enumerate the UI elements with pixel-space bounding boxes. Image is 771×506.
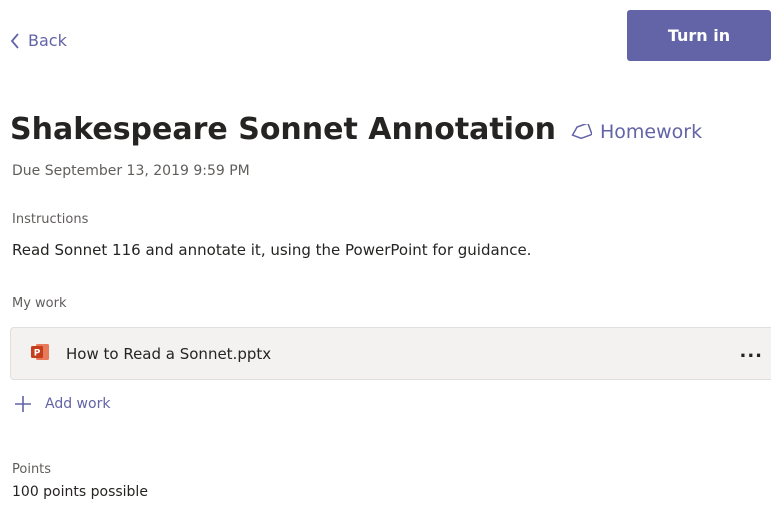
add-work-button[interactable]: Add work [13,394,110,414]
svg-text:P: P [34,348,41,358]
instructions-heading: Instructions [12,212,89,227]
attachment-card[interactable]: P How to Read a Sonnet.pptx ... [10,327,771,380]
more-options-icon[interactable]: ... [739,342,763,362]
attachment-name[interactable]: How to Read a Sonnet.pptx [66,345,271,363]
due-date: Due September 13, 2019 9:59 PM [12,163,250,179]
tag-icon [570,123,592,140]
powerpoint-file-icon: P [30,343,50,365]
category-tag[interactable]: Homework [570,121,702,143]
category-label: Homework [600,120,703,143]
back-button[interactable]: Back [10,31,67,50]
plus-icon [13,394,33,414]
my-work-heading: My work [12,296,67,311]
points-heading: Points [12,462,52,477]
assignment-title: Shakespeare Sonnet Annotation [10,112,556,147]
chevron-left-icon [10,32,20,49]
points-value: 100 points possible [12,484,148,500]
instructions-text: Read Sonnet 116 and annotate it, using t… [12,241,532,259]
assignment-header: Shakespeare Sonnet Annotation Homework [10,112,702,147]
back-label: Back [28,31,67,50]
turn-in-button[interactable]: Turn in [627,10,771,61]
add-work-label: Add work [45,396,111,412]
